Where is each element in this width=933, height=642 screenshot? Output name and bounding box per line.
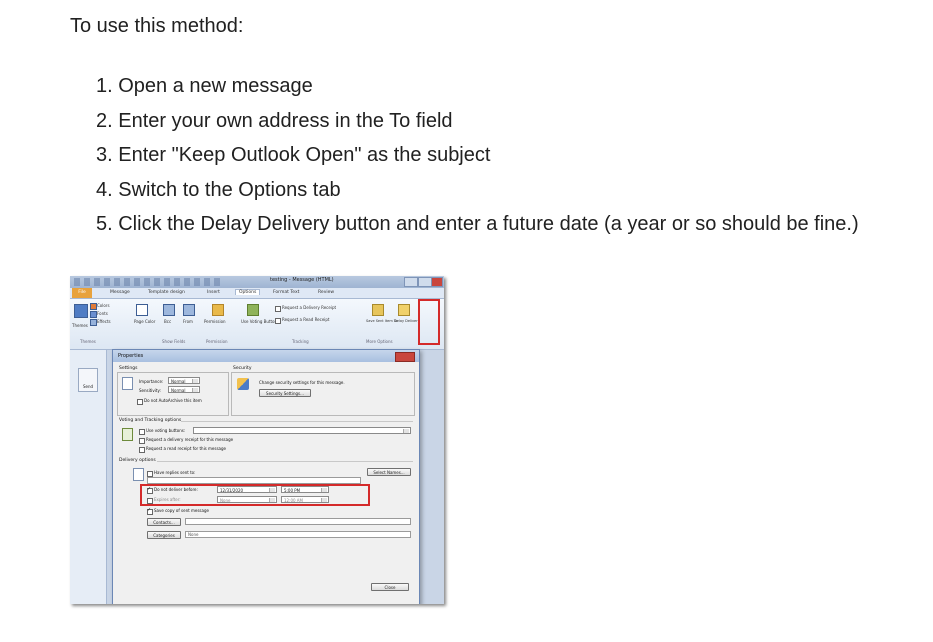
categories-button: Categories (147, 531, 181, 539)
sensitivity-label: Sensitivity: (139, 388, 161, 393)
properties-dialog: Properties Settings Importance: Normal S… (112, 349, 420, 604)
read-receipt-option-checkbox (139, 447, 145, 453)
step-item: 4. Switch to the Options tab (96, 178, 341, 201)
categories-field: None (185, 531, 411, 538)
permission-icon (212, 304, 224, 316)
save-copy-label: Save copy of sent message (154, 508, 209, 513)
step-item: 5. Click the Delay Delivery button and e… (96, 213, 859, 235)
use-voting-label: Use Voting Buttons (241, 319, 280, 324)
group-more-options: More Options (366, 339, 393, 344)
themes-label: Themes (72, 323, 88, 328)
tab-format-text: Format Text (273, 290, 300, 295)
ribbon-tabs: File Message Template design Insert Opti… (70, 288, 444, 299)
read-receipt-label: Request a read receipt for this message (146, 446, 227, 451)
quick-access-toolbar (74, 278, 224, 286)
delivery-options-header: Delivery options (119, 458, 156, 463)
tab-review: Review (318, 290, 335, 295)
permission-label: Permission (204, 319, 226, 324)
tab-template-design: Template design (148, 290, 185, 295)
tab-file: File (72, 288, 92, 298)
effects-icon (90, 319, 97, 326)
group-themes: Themes (80, 339, 96, 344)
delivery-divider (157, 461, 413, 462)
window-titlebar: testing - Message (HTML) (70, 276, 444, 288)
importance-label: Importance: (139, 379, 164, 384)
intro-text: To use this method: (70, 15, 244, 37)
save-copy-checkbox (147, 507, 153, 515)
bcc-label: Bcc (164, 319, 172, 324)
sensitivity-select: Normal (168, 386, 200, 393)
delivery-receipt-option-checkbox (139, 438, 145, 444)
message-left-strip: Send (70, 350, 107, 604)
tab-options: Options (235, 289, 261, 295)
send-button: Send (78, 368, 98, 392)
use-voting-label: Use voting buttons: (146, 428, 186, 433)
group-tracking: Tracking (292, 339, 309, 344)
select-names-button: Select Names... (367, 468, 411, 476)
do-not-deliver-highlight (140, 484, 370, 506)
replies-field (147, 477, 361, 484)
close-button: Close (371, 583, 409, 591)
maximize-icon (418, 277, 432, 287)
voting-tracking-header: Voting and Tracking options (119, 418, 182, 423)
ribbon: Themes Colors Fonts Effects Page Color B… (70, 299, 444, 350)
outlook-screenshot: testing - Message (HTML) File Message Te… (70, 276, 444, 604)
security-settings-button: Security Settings... (259, 389, 311, 397)
request-read-label: Request a Read Receipt (282, 317, 330, 322)
contacts-button: Contacts... (147, 518, 181, 526)
step-item: 1. Open a new message (96, 75, 313, 97)
security-shield-icon (237, 378, 249, 390)
step-item: 2. Enter your own address in the To fiel… (96, 109, 453, 132)
step-item: 3. Enter "Keep Outlook Open" as the subj… (96, 144, 491, 166)
from-icon (183, 304, 195, 316)
delay-delivery-icon (398, 304, 410, 316)
window-title: testing - Message (HTML) (270, 277, 334, 283)
colors-icon (90, 303, 97, 310)
security-text: Change security settings for this messag… (259, 380, 345, 385)
voting-buttons-select (193, 427, 411, 434)
page-color-icon (136, 304, 148, 316)
have-replies-label: Have replies sent to: (154, 470, 196, 475)
steps-list: 1. Open a new message 2. Enter your own … (96, 72, 859, 245)
settings-header: Settings (119, 366, 138, 371)
close-icon (431, 277, 443, 287)
group-permission: Permission (206, 339, 228, 344)
effects-label: Effects (97, 319, 111, 324)
contacts-field (185, 518, 411, 525)
importance-select: Normal (168, 377, 200, 384)
use-voting-checkbox (139, 429, 145, 435)
security-header: Security (233, 366, 252, 371)
voting-divider (181, 421, 413, 422)
delivery-receipt-label: Request a delivery receipt for this mess… (146, 437, 234, 442)
save-sent-icon (372, 304, 384, 316)
themes-icon (74, 304, 88, 318)
fonts-icon (90, 311, 97, 318)
tab-insert: Insert (207, 290, 220, 295)
tab-message: Message (110, 290, 130, 295)
delay-delivery-highlight (418, 299, 440, 345)
voting-icon (247, 304, 259, 316)
from-label: From (183, 319, 193, 324)
delay-delivery-label: Delay Delivery (394, 319, 420, 323)
delivery-receipt-checkbox (275, 306, 281, 312)
autoarchive-checkbox (137, 399, 143, 405)
colors-label: Colors (97, 303, 110, 308)
dialog-title: Properties (113, 350, 419, 362)
dialog-close-icon (395, 352, 415, 362)
delivery-icon (133, 468, 144, 481)
bcc-icon (163, 304, 175, 316)
page-color-label: Page Color (134, 319, 156, 324)
minimize-icon (404, 277, 418, 287)
request-delivery-label: Request a Delivery Receipt (282, 305, 337, 310)
group-show-fields: Show Fields (162, 339, 186, 344)
voting-icon (122, 428, 133, 441)
dialog-title-text: Properties (118, 353, 144, 359)
save-sent-label: Save Sent Item To (366, 319, 398, 323)
autoarchive-label: Do not AutoArchive this item (144, 398, 202, 403)
fonts-label: Fonts (97, 311, 108, 316)
read-receipt-checkbox (275, 318, 281, 324)
document-icon (122, 377, 133, 390)
